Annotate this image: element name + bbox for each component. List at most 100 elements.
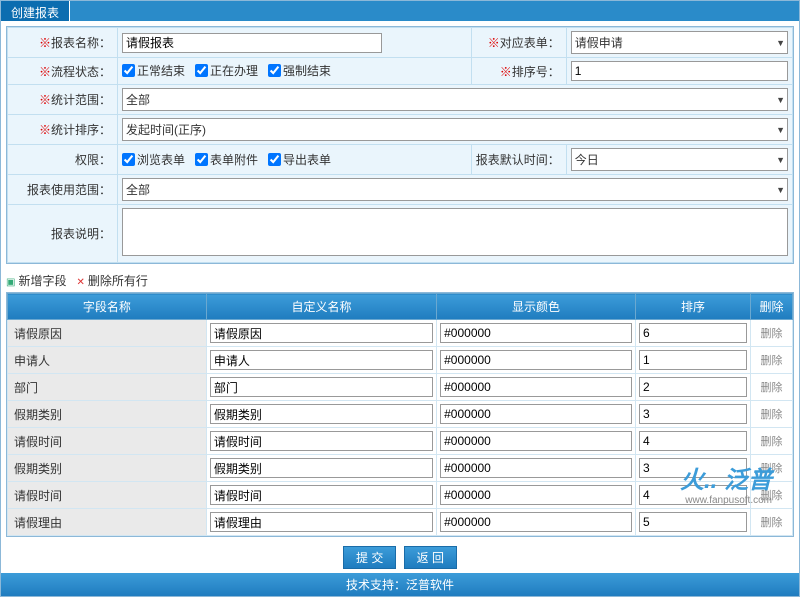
delete-row-button[interactable]: 删除 <box>761 490 783 502</box>
cell-flow-state: 正常结束正在办理强制结束 <box>118 58 472 85</box>
sort-no-input[interactable] <box>571 61 788 81</box>
color-input[interactable] <box>440 377 632 397</box>
color-input[interactable] <box>440 323 632 343</box>
label-flow-state: ※流程状态： <box>8 58 118 85</box>
delete-cell: 删除 <box>751 482 793 509</box>
permission-label: 导出表单 <box>283 151 331 168</box>
default-time-select[interactable]: 今日 ▼ <box>571 148 788 171</box>
permission-checkbox[interactable] <box>122 153 135 166</box>
alias-input[interactable] <box>210 458 433 478</box>
stat-scope-select[interactable]: 全部 ▼ <box>122 88 788 111</box>
order-input[interactable] <box>639 485 747 505</box>
field-grid: 字段名称 自定义名称 显示颜色 排序 删除 请假原因删除申请人删除部门删除假期类… <box>7 293 793 536</box>
field-name-cell: 假期类别 <box>8 401 207 428</box>
report-name-input[interactable] <box>122 33 382 53</box>
remark-textarea[interactable] <box>122 208 788 256</box>
default-time-value: 今日 <box>575 153 599 167</box>
flow-state-option[interactable]: 强制结束 <box>268 62 331 79</box>
label-target-form: ※对应表单： <box>471 28 566 58</box>
use-scope-select[interactable]: 全部 ▼ <box>122 178 788 201</box>
grid-wrap: 字段名称 自定义名称 显示颜色 排序 删除 请假原因删除申请人删除部门删除假期类… <box>6 292 794 537</box>
permission-option[interactable]: 浏览表单 <box>122 151 185 168</box>
delete-row-button[interactable]: 删除 <box>761 517 783 529</box>
submit-button[interactable]: 提 交 <box>343 546 396 569</box>
table-row: 假期类别 删除 <box>8 401 793 428</box>
table-row: 部门 删除 <box>8 374 793 401</box>
color-input[interactable] <box>440 458 632 478</box>
label-stat-scope: ※统计范围： <box>8 85 118 115</box>
color-input[interactable] <box>440 404 632 424</box>
delete-row-button[interactable]: 删除 <box>761 409 783 421</box>
permission-option[interactable]: 导出表单 <box>268 151 331 168</box>
delete-row-button[interactable]: 删除 <box>761 436 783 448</box>
color-cell <box>437 428 636 455</box>
alias-input[interactable] <box>210 404 433 424</box>
target-form-value: 请假申请 <box>575 36 623 50</box>
order-input[interactable] <box>639 377 747 397</box>
alias-input[interactable] <box>210 323 433 343</box>
order-cell <box>635 347 750 374</box>
color-cell <box>437 320 636 347</box>
order-cell <box>635 374 750 401</box>
table-row: 申请人删除 <box>8 347 793 374</box>
order-input[interactable] <box>639 404 747 424</box>
permission-label: 浏览表单 <box>137 151 185 168</box>
color-input[interactable] <box>440 512 632 532</box>
alias-input[interactable] <box>210 431 433 451</box>
alias-cell <box>206 401 436 428</box>
flow-state-option[interactable]: 正常结束 <box>122 62 185 79</box>
alias-input[interactable] <box>210 377 433 397</box>
color-input[interactable] <box>440 431 632 451</box>
support-bar: 技术支持：泛普软件 <box>1 573 799 596</box>
delete-row-button[interactable]: 删除 <box>761 382 783 394</box>
flow-state-checkbox[interactable] <box>195 64 208 77</box>
stat-order-select[interactable]: 发起时间(正序) ▼ <box>122 118 788 141</box>
delete-all-rows-button[interactable]: 删除所有行 <box>76 272 147 289</box>
order-input[interactable] <box>639 431 747 451</box>
table-row: 请假原因 删除 <box>8 320 793 347</box>
permission-label: 表单附件 <box>210 151 258 168</box>
chevron-down-icon: ▼ <box>776 185 785 195</box>
add-field-button[interactable]: 新增字段 <box>6 272 66 289</box>
title-tab[interactable]: 创建报表 <box>1 1 70 21</box>
permission-checkbox[interactable] <box>195 153 208 166</box>
color-input[interactable] <box>440 485 632 505</box>
stat-order-value: 发起时间(正序) <box>126 123 206 137</box>
order-cell <box>635 482 750 509</box>
flow-state-checkbox[interactable] <box>268 64 281 77</box>
order-input[interactable] <box>639 512 747 532</box>
label-default-time: 报表默认时间： <box>471 145 566 175</box>
color-cell <box>437 509 636 536</box>
alias-cell <box>206 482 436 509</box>
order-input[interactable] <box>639 458 747 478</box>
field-name-cell: 请假原因 <box>8 320 207 347</box>
delete-row-button[interactable]: 删除 <box>761 463 783 475</box>
label-sort-no: ※排序号： <box>471 58 566 85</box>
alias-cell <box>206 320 436 347</box>
back-button[interactable]: 返 回 <box>404 546 457 569</box>
flow-state-option[interactable]: 正在办理 <box>195 62 258 79</box>
form-table: ※报表名称： ※对应表单： 请假申请 ▼ ※流程状态： 正常结束正在办理强制结束 <box>7 27 793 263</box>
delete-row-button[interactable]: 删除 <box>761 328 783 340</box>
stat-scope-value: 全部 <box>126 93 150 107</box>
color-cell <box>437 455 636 482</box>
color-input[interactable] <box>440 350 632 370</box>
page-container: 创建报表 ※报表名称： ※对应表单： 请假申请 ▼ ※流程状态： <box>0 0 800 597</box>
order-input[interactable] <box>639 350 747 370</box>
cell-report-name <box>118 28 472 58</box>
flow-state-checkbox[interactable] <box>122 64 135 77</box>
delete-cell: 删除 <box>751 374 793 401</box>
cell-default-time: 今日 ▼ <box>566 145 792 175</box>
alias-input[interactable] <box>210 485 433 505</box>
label-stat-order: ※统计排序： <box>8 115 118 145</box>
permission-option[interactable]: 表单附件 <box>195 151 258 168</box>
order-input[interactable] <box>639 323 747 343</box>
alias-cell <box>206 509 436 536</box>
permission-checkbox[interactable] <box>268 153 281 166</box>
alias-input[interactable] <box>210 512 433 532</box>
target-form-select[interactable]: 请假申请 ▼ <box>571 31 788 54</box>
field-name-cell: 部门 <box>8 374 207 401</box>
cell-remark <box>118 205 793 263</box>
delete-row-button[interactable]: 删除 <box>761 355 783 367</box>
alias-input[interactable] <box>210 350 433 370</box>
